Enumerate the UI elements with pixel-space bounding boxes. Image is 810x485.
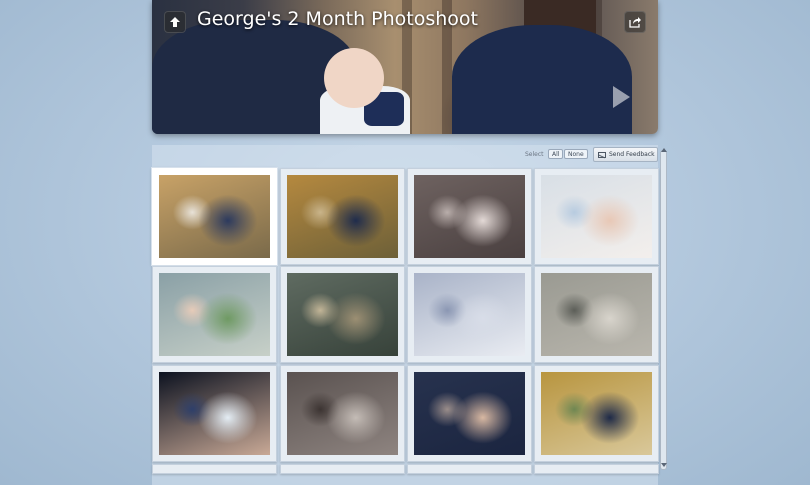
photo-thumbnail[interactable] [534,168,659,265]
scroll-up-arrow-icon[interactable] [661,148,667,152]
gallery-frame: George's 2 Month Photoshoot Select All N… [152,0,667,485]
thumbnail-image [414,273,525,356]
thumbnail-image [287,273,398,356]
thumbnail-image [159,175,270,258]
gallery-toolbar: Select All None Send Feedback [152,145,658,165]
photo-thumbnail[interactable] [407,365,532,462]
photo-thumbnail[interactable] [152,464,277,474]
scroll-down-arrow-icon[interactable] [661,463,667,467]
up-arrow-icon[interactable] [164,11,186,33]
scrollbar[interactable] [660,150,667,470]
photo-thumbnail[interactable] [152,365,277,462]
share-glyph [629,17,641,28]
gallery-title: George's 2 Month Photoshoot [197,8,478,30]
photo-thumbnail[interactable] [534,464,659,474]
photo-thumbnail[interactable] [152,266,277,363]
thumbnail-image [414,372,525,455]
send-feedback-label: Send Feedback [609,151,655,158]
thumbnail-image [414,175,525,258]
photo-thumbnail[interactable] [407,266,532,363]
share-icon[interactable] [624,11,646,33]
next-arrow-icon[interactable] [613,86,630,108]
photo-thumbnail[interactable] [407,168,532,265]
send-feedback-button[interactable]: Send Feedback [593,147,658,162]
photo-thumbnail[interactable] [407,464,532,474]
gallery-panel: Select All None Send Feedback [152,145,667,485]
envelope-icon [598,151,606,158]
select-none-button[interactable]: None [564,149,588,159]
photo-thumbnail[interactable] [152,168,277,265]
photo-thumbnail[interactable] [280,168,405,265]
thumbnail-image [159,372,270,455]
photo-thumbnail[interactable] [280,365,405,462]
thumbnail-image [541,175,652,258]
photo-thumbnail[interactable] [534,266,659,363]
thumbnail-image [287,175,398,258]
thumbnail-image [287,372,398,455]
cover-baby [324,48,384,108]
cover-mother [452,25,632,134]
photo-thumbnail[interactable] [280,266,405,363]
thumbnail-image [541,372,652,455]
up-arrow-glyph [170,17,180,27]
cover-photo: George's 2 Month Photoshoot [152,0,658,134]
photo-thumbnail[interactable] [280,464,405,474]
photo-thumbnail[interactable] [534,365,659,462]
thumbnail-image [159,273,270,356]
select-all-button[interactable]: All [548,149,564,159]
select-label: Select [525,151,544,158]
thumbnail-image [541,273,652,356]
